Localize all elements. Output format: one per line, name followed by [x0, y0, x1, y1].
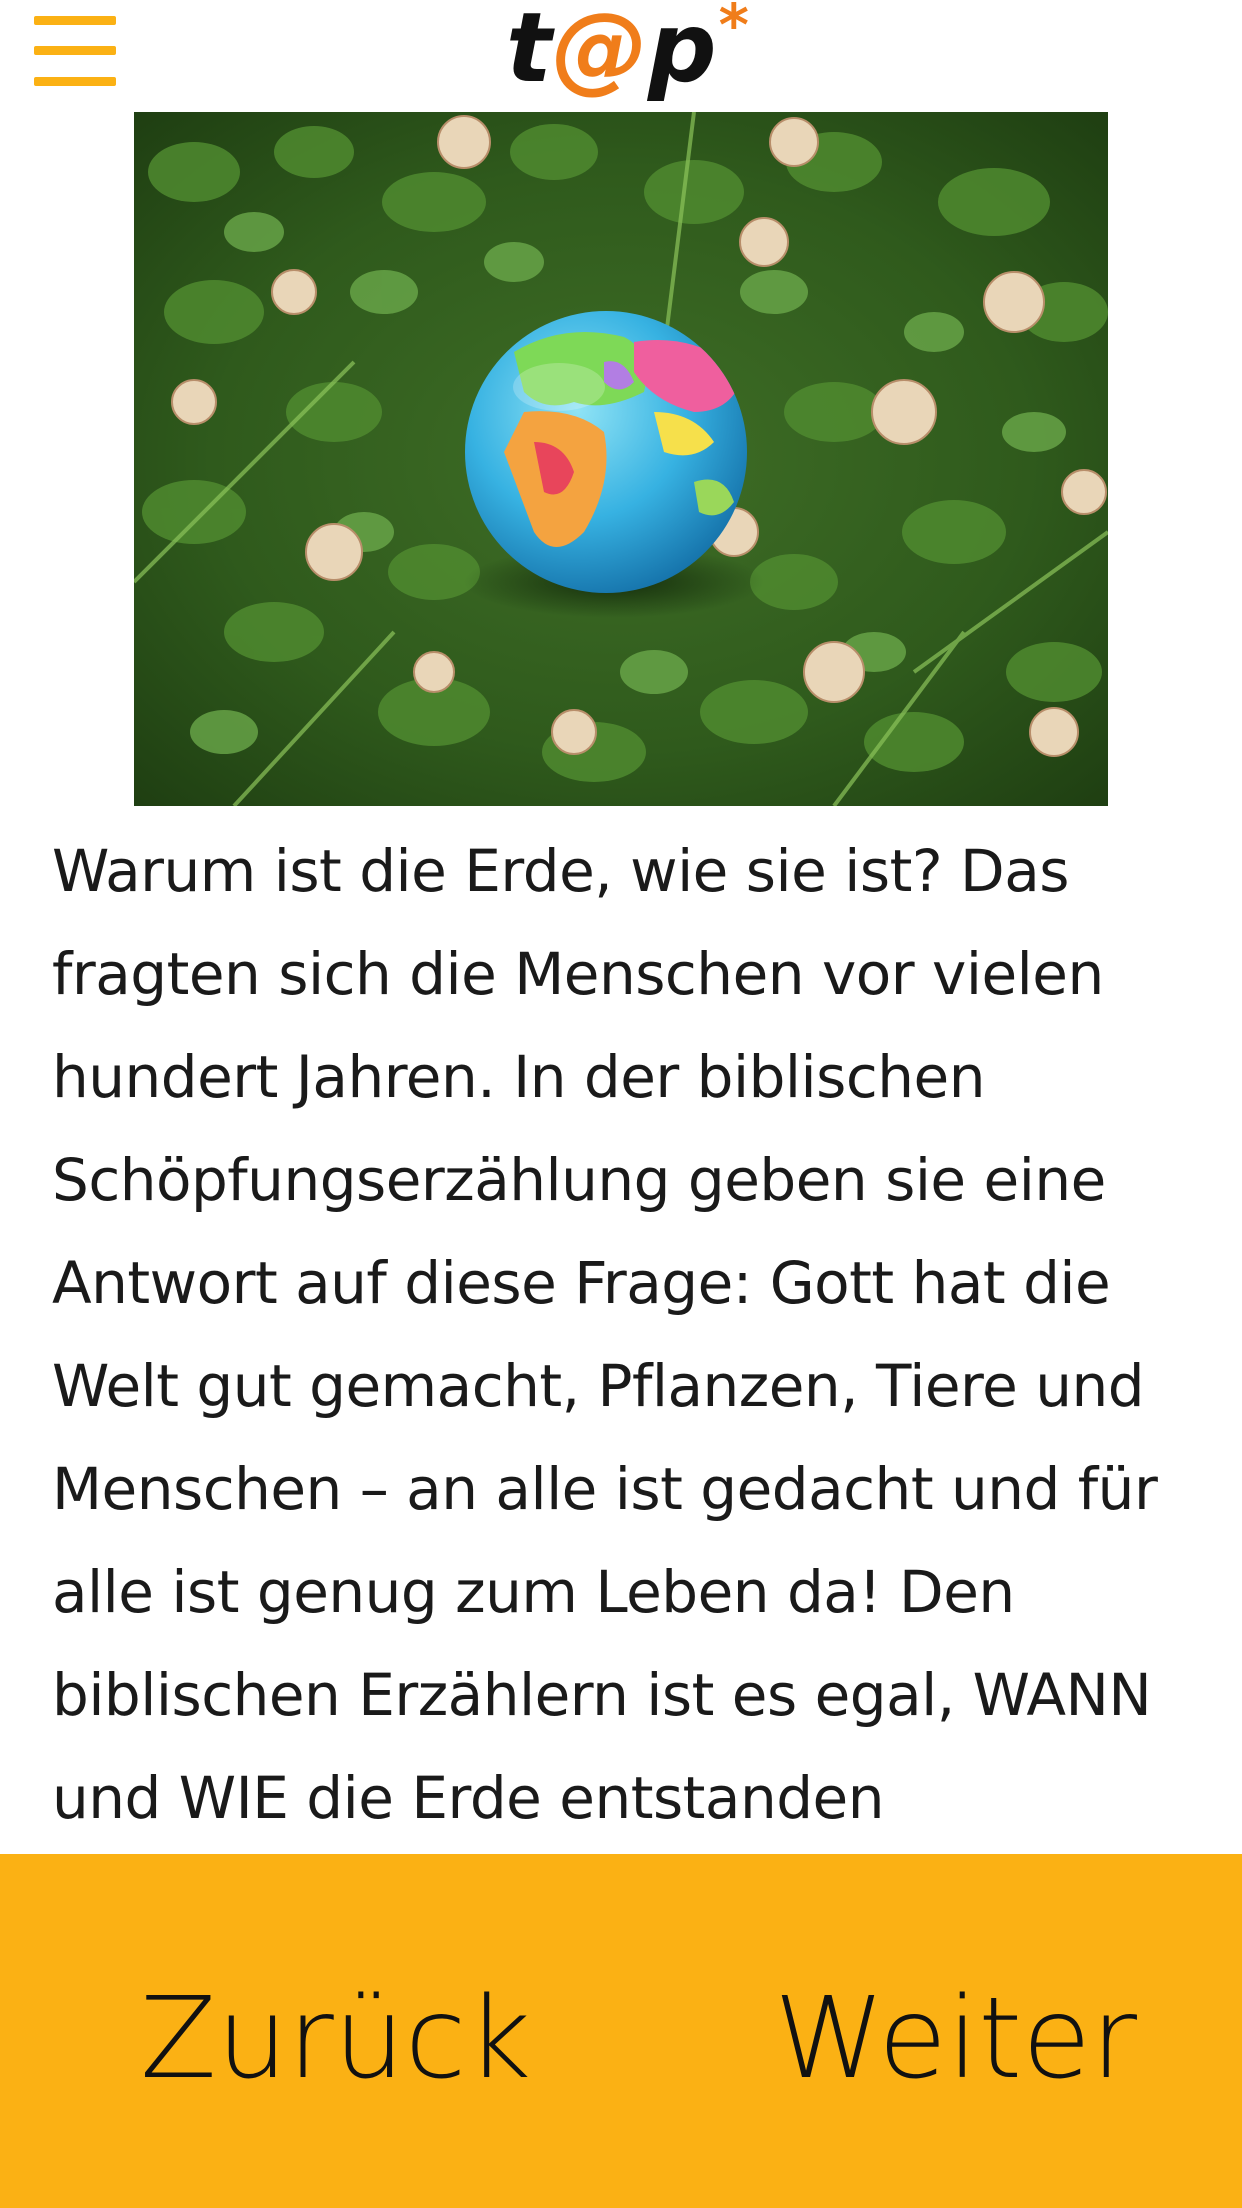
logo-at: @: [551, 0, 648, 104]
app-screen: t@p* Warum ist die Erde, wie sie ist? Da…: [0, 0, 1242, 2208]
hamburger-menu-icon[interactable]: [30, 14, 118, 88]
next-button[interactable]: Weiter: [774, 1974, 1137, 2104]
header: t@p*: [0, 0, 1242, 112]
bottom-navigation-bar: Zurück Weiter: [0, 1854, 1242, 2208]
globe-in-clover-photo: [134, 112, 1108, 806]
menu-bar-top: [34, 16, 116, 25]
article-text: Warum ist die Erde, wie sie ist? Das fra…: [52, 837, 1158, 1832]
menu-bar-bottom: [34, 77, 116, 86]
menu-bar-middle: [34, 46, 116, 55]
back-button[interactable]: Zurück: [140, 1974, 531, 2104]
article-body: Warum ist die Erde, wie sie ist? Das fra…: [52, 820, 1212, 1854]
app-logo[interactable]: t@p*: [506, 0, 749, 108]
logo-star: *: [718, 0, 749, 59]
logo-p: p: [647, 0, 717, 104]
logo-t: t: [506, 0, 552, 104]
